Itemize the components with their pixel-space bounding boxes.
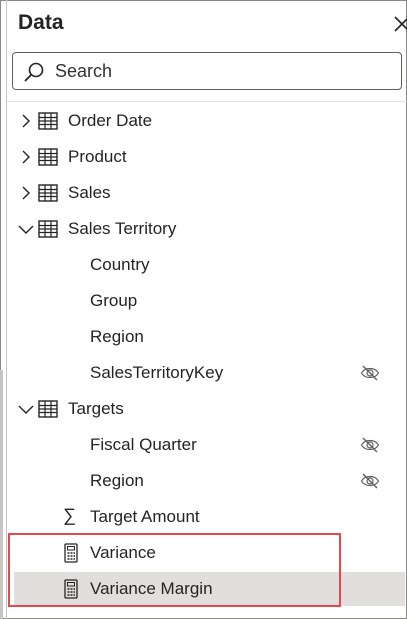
- table-product[interactable]: Product: [10, 140, 405, 174]
- field-label: Country: [90, 255, 150, 274]
- chevron-right-icon[interactable]: [18, 149, 34, 165]
- field-label: Region: [90, 471, 144, 490]
- field-label: Variance Margin: [90, 579, 213, 598]
- field-label: Fiscal Quarter: [90, 435, 197, 454]
- table-label: Product: [68, 147, 127, 166]
- table-icon: [38, 400, 58, 418]
- sigma-icon: ∑: [63, 505, 76, 525]
- calculator-icon: [64, 579, 78, 599]
- search-icon: [24, 62, 44, 82]
- field-label: Target Amount: [90, 507, 200, 526]
- divider: [7, 101, 407, 102]
- table-icon: [38, 220, 58, 238]
- measure-variance[interactable]: Variance: [10, 536, 405, 570]
- chevron-right-icon[interactable]: [18, 113, 34, 129]
- table-label: Targets: [68, 399, 124, 418]
- field-label: Variance: [90, 543, 156, 562]
- table-label: Order Date: [68, 111, 153, 130]
- table-sales-territory[interactable]: Sales Territory: [10, 212, 405, 246]
- calculator-icon: [64, 543, 78, 563]
- field-target-amount[interactable]: ∑ Target Amount: [10, 500, 405, 534]
- chevron-down-icon[interactable]: [18, 401, 34, 417]
- chevron-down-icon[interactable]: [18, 221, 34, 237]
- table-icon: [38, 148, 58, 166]
- field-label: Region: [90, 327, 144, 346]
- table-order-date[interactable]: Order Date: [10, 104, 405, 138]
- table-label: Sales: [68, 183, 111, 202]
- pane-title: Data: [18, 11, 64, 34]
- scrollbar[interactable]: [0, 370, 3, 619]
- close-icon[interactable]: [392, 12, 407, 36]
- hidden-eye-icon[interactable]: [360, 364, 380, 382]
- measure-variance-margin[interactable]: Variance Margin: [14, 572, 405, 606]
- hidden-eye-icon[interactable]: [360, 472, 380, 490]
- field-salesterritorykey[interactable]: SalesTerritoryKey: [10, 356, 405, 390]
- field-label: SalesTerritoryKey: [90, 363, 224, 382]
- hidden-eye-icon[interactable]: [360, 436, 380, 454]
- field-group[interactable]: Group: [10, 284, 405, 318]
- table-sales[interactable]: Sales: [10, 176, 405, 210]
- field-country[interactable]: Country: [10, 248, 405, 282]
- table-targets[interactable]: Targets: [10, 392, 405, 426]
- table-icon: [38, 184, 58, 202]
- field-fiscal-quarter[interactable]: Fiscal Quarter: [10, 428, 405, 462]
- field-label: Group: [90, 291, 138, 310]
- search-input[interactable]: [55, 58, 385, 84]
- pane-divider: [6, 0, 7, 619]
- search-box[interactable]: [12, 52, 402, 90]
- chevron-right-icon[interactable]: [18, 185, 34, 201]
- table-icon: [38, 112, 58, 130]
- field-region[interactable]: Region: [10, 320, 405, 354]
- field-region-targets[interactable]: Region: [10, 464, 405, 498]
- table-label: Sales Territory: [68, 219, 177, 238]
